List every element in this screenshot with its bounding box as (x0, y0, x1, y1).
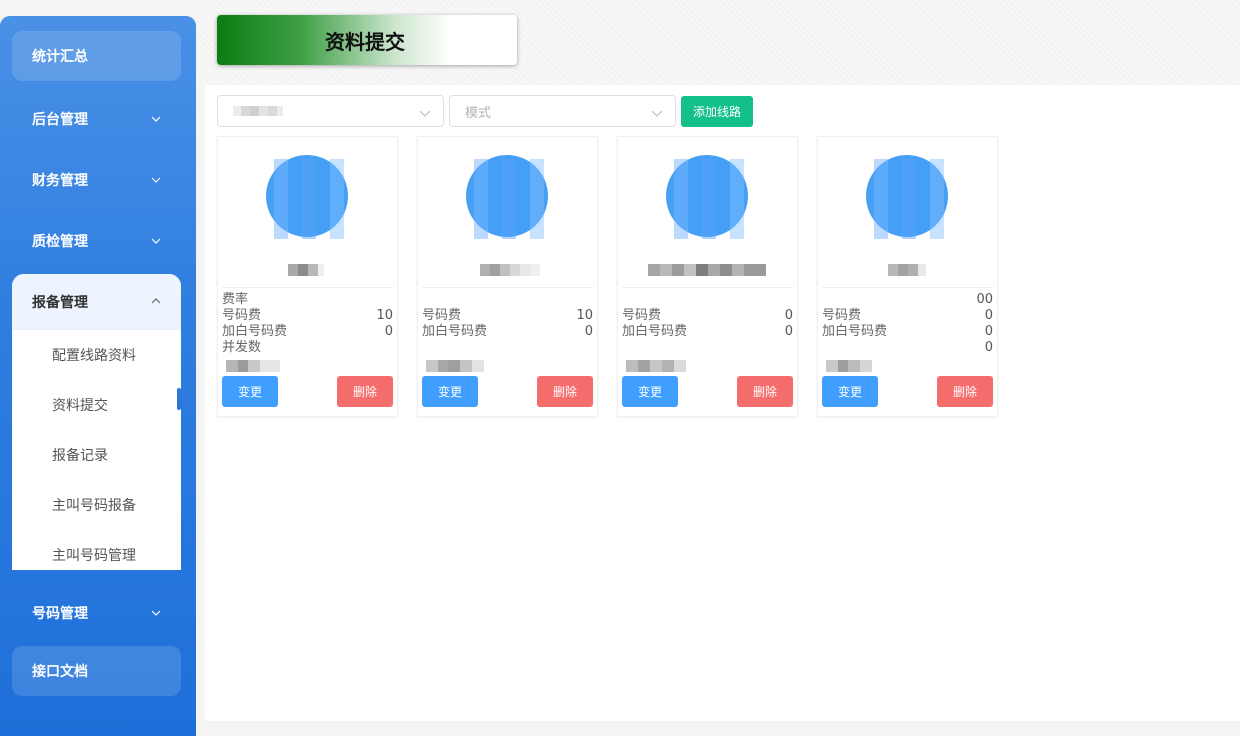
route-name-blurred (480, 264, 540, 276)
sidebar-item-label: 财务管理 (32, 173, 88, 189)
chevron-down-icon (151, 608, 161, 618)
rate-row (622, 292, 793, 308)
number-fee-value: 10 (376, 308, 393, 323)
chevron-down-icon (419, 107, 431, 122)
sidebar-group-label: 报备管理 (32, 294, 88, 311)
card-footer-blurred (826, 360, 872, 372)
whitelist-fee-label: 加白号码费 (622, 324, 688, 339)
edit-button[interactable]: 变更 (422, 376, 478, 407)
concurrency-row (422, 340, 593, 356)
route-avatar (858, 149, 958, 249)
rate-value: 00 (976, 292, 993, 307)
route-avatar (658, 149, 758, 249)
rate-row: 费率 (222, 292, 393, 308)
delete-button[interactable]: 删除 (937, 376, 993, 407)
number-fee-label: 号码费 (422, 308, 462, 323)
sidebar-sub-item-caller-number-management[interactable]: 主叫号码管理 (12, 530, 181, 570)
chevron-up-icon (151, 294, 161, 310)
card-footer-blurred (226, 360, 280, 372)
sidebar-sub-item-route-config[interactable]: 配置线路资料 (12, 330, 181, 380)
page-title-badge: 资料提交 (217, 15, 517, 65)
active-indicator (177, 388, 181, 410)
route-select[interactable] (217, 95, 444, 127)
sidebar-item-api-docs[interactable]: 接口文档 (12, 646, 181, 696)
whitelist-fee-value: 0 (984, 324, 993, 339)
whitelist-fee-value: 0 (384, 324, 393, 339)
rate-label: 费率 (222, 292, 249, 307)
sidebar-item-number-management[interactable]: 号码管理 (12, 588, 181, 638)
chevron-down-icon (151, 114, 161, 124)
number-fee-row: 号码费 0 (622, 308, 793, 324)
edit-button[interactable]: 变更 (222, 376, 278, 407)
whitelist-fee-value: 0 (784, 324, 793, 339)
sidebar-item-finance-management[interactable]: 财务管理 (12, 155, 181, 205)
concurrency-label: 并发数 (222, 340, 262, 355)
route-avatar (258, 149, 358, 249)
chevron-down-icon (151, 236, 161, 246)
whitelist-fee-label: 加白号码费 (822, 324, 888, 339)
route-card: 号码费 10 加白号码费 0 变更 删除 (417, 136, 598, 417)
route-name-blurred (648, 264, 766, 276)
delete-button[interactable]: 删除 (737, 376, 793, 407)
rate-row (422, 292, 593, 308)
concurrency-value: 0 (984, 340, 993, 355)
concurrency-row: 并发数 (222, 340, 393, 356)
number-fee-value: 0 (984, 308, 993, 323)
whitelist-fee-row: 加白号码费 0 (222, 324, 393, 340)
whitelist-fee-row: 加白号码费 0 (622, 324, 793, 340)
card-footer-blurred (426, 360, 484, 372)
whitelist-fee-value: 0 (584, 324, 593, 339)
route-card: 号码费 0 加白号码费 0 变更 删除 (617, 136, 798, 417)
delete-button[interactable]: 删除 (337, 376, 393, 407)
sidebar-item-qc-management[interactable]: 质检管理 (12, 216, 181, 266)
edit-button[interactable]: 变更 (822, 376, 878, 407)
rate-row: 00 (822, 292, 993, 308)
sidebar-group-header[interactable]: 报备管理 (12, 274, 181, 330)
whitelist-fee-label: 加白号码费 (422, 324, 488, 339)
whitelist-fee-label: 加白号码费 (222, 324, 288, 339)
sidebar-item-backend-management[interactable]: 后台管理 (12, 94, 181, 144)
route-name-blurred (888, 264, 926, 276)
selected-value-blurred (233, 106, 283, 116)
sidebar-item-label: 接口文档 (32, 664, 88, 680)
chevron-down-icon (651, 107, 663, 122)
whitelist-fee-row: 加白号码费 0 (822, 324, 993, 340)
sidebar-item-label: 统计汇总 (32, 49, 88, 65)
number-fee-row: 号码费 0 (822, 308, 993, 324)
sidebar-item-label: 后台管理 (32, 112, 88, 128)
number-fee-value: 0 (784, 308, 793, 323)
delete-button[interactable]: 删除 (537, 376, 593, 407)
mode-select[interactable]: 模式 (449, 95, 676, 127)
mode-select-placeholder: 模式 (465, 105, 492, 121)
edit-button[interactable]: 变更 (622, 376, 678, 407)
whitelist-fee-row: 加白号码费 0 (422, 324, 593, 340)
add-route-button[interactable]: 添加线路 (681, 96, 753, 127)
route-card: 费率 号码费 10 加白号码费 0 并发数 变更 删除 (217, 136, 398, 417)
route-avatar (458, 149, 558, 249)
card-footer-blurred (626, 360, 686, 372)
number-fee-label: 号码费 (622, 308, 662, 323)
number-fee-row: 号码费 10 (222, 308, 393, 324)
sidebar-sub-item-material-submit[interactable]: 资料提交 (12, 380, 181, 430)
concurrency-row: 0 (822, 340, 993, 356)
sidebar-sub-item-filing-records[interactable]: 报备记录 (12, 430, 181, 480)
route-name-blurred (288, 264, 324, 276)
number-fee-label: 号码费 (222, 308, 262, 323)
sidebar-item-stats-summary[interactable]: 统计汇总 (12, 31, 181, 81)
concurrency-row (622, 340, 793, 356)
sidebar-item-label: 质检管理 (32, 234, 88, 250)
number-fee-row: 号码费 10 (422, 308, 593, 324)
route-card: 00 号码费 0 加白号码费 0 0 变更 删除 (817, 136, 998, 417)
sidebar-item-label: 号码管理 (32, 606, 88, 622)
chevron-down-icon (151, 175, 161, 185)
sidebar-group-filing-management: 报备管理 配置线路资料 资料提交 报备记录 主叫号码报备 主叫号码管理 (12, 274, 181, 570)
page-title: 资料提交 (325, 29, 405, 54)
number-fee-label: 号码费 (822, 308, 862, 323)
sidebar-sub-item-caller-number-filing[interactable]: 主叫号码报备 (12, 480, 181, 530)
number-fee-value: 10 (576, 308, 593, 323)
